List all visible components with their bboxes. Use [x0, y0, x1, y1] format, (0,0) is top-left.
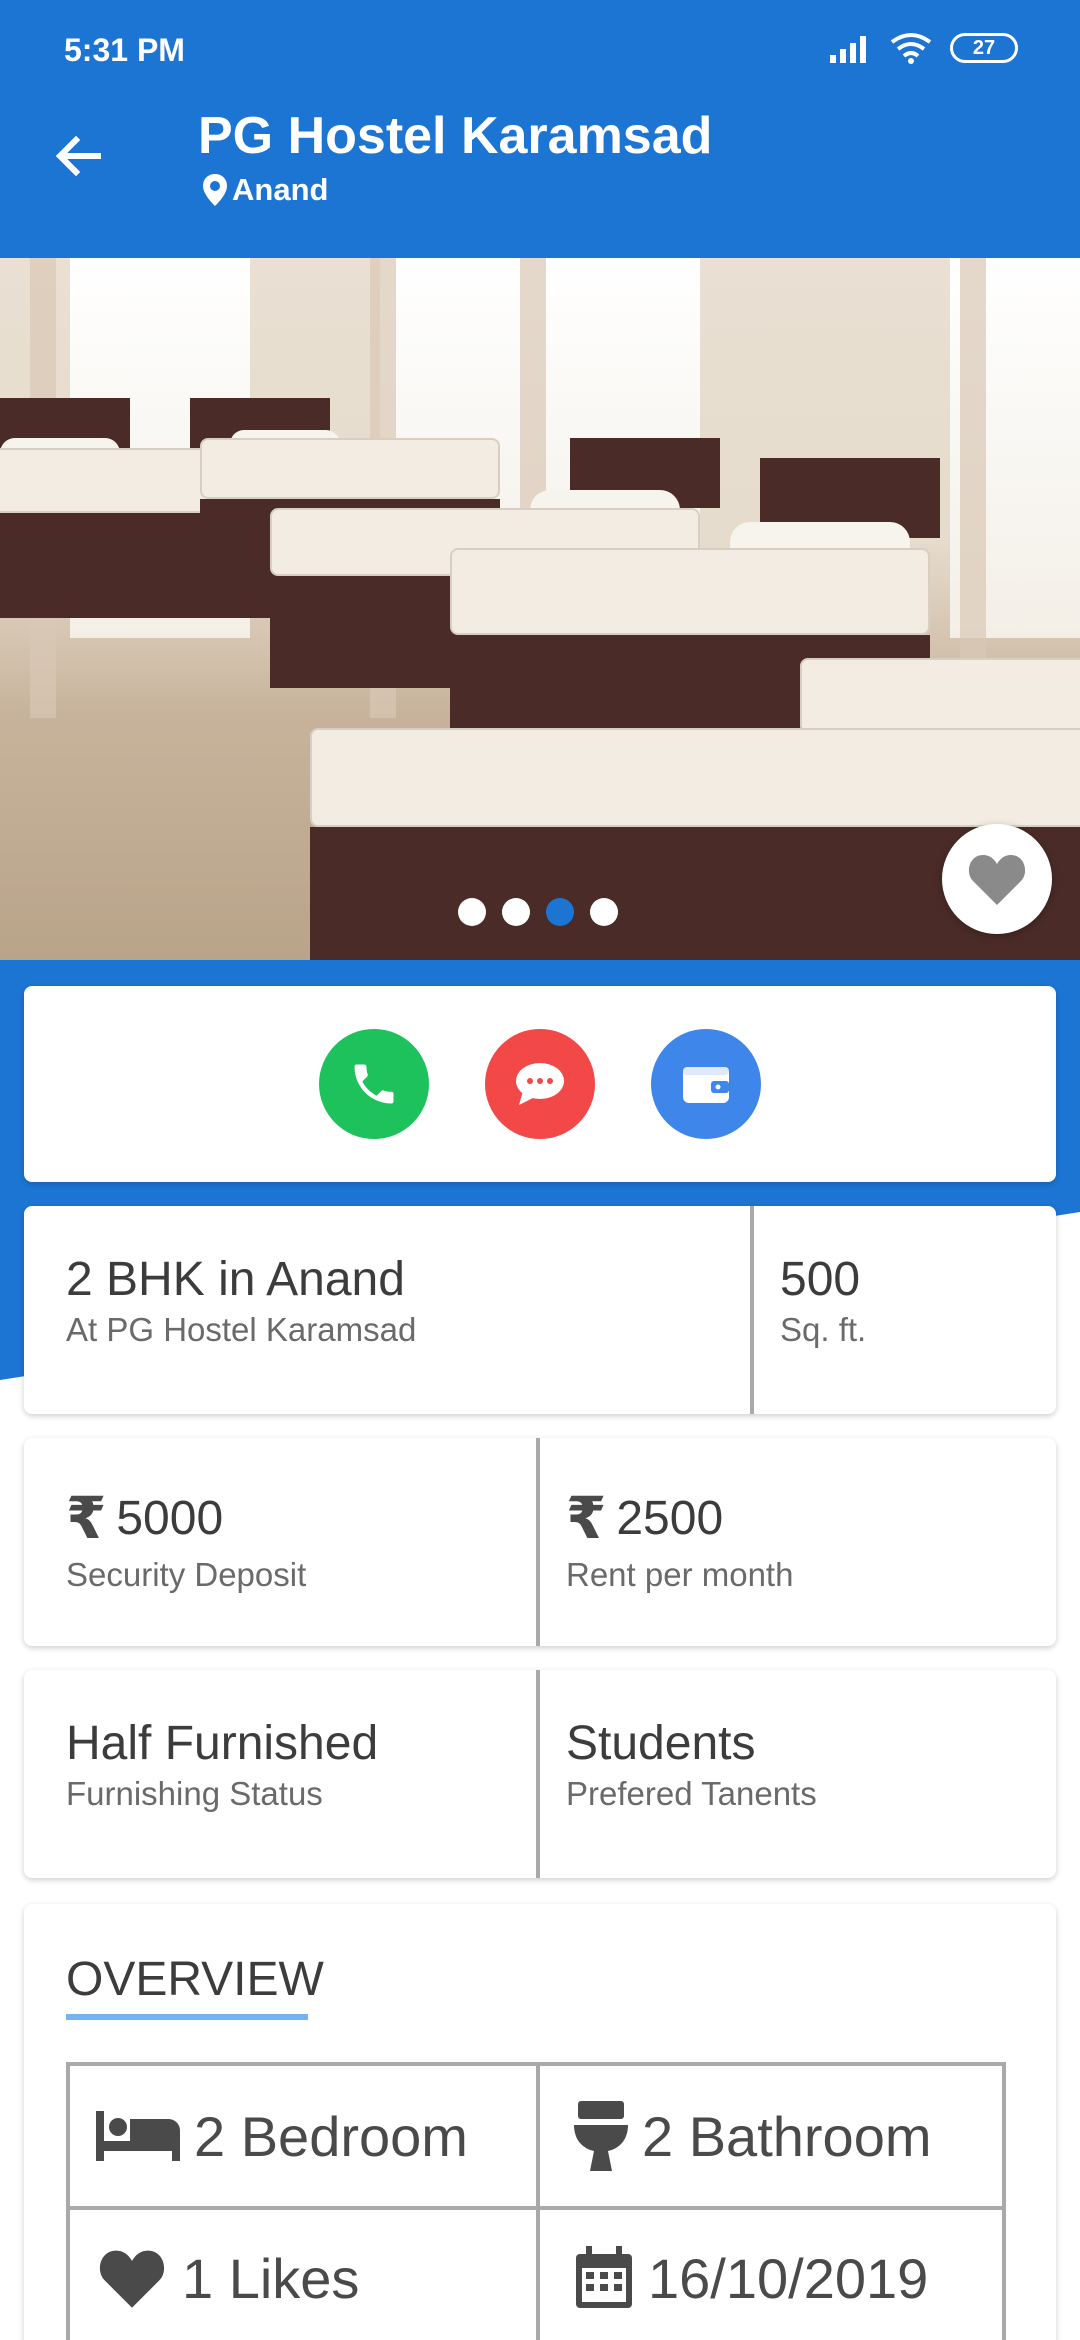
carousel-dot-active[interactable]	[546, 898, 574, 926]
security-deposit: ₹ 5000 Security Deposit	[24, 1438, 536, 1646]
rupee-icon: ₹	[566, 1486, 607, 1551]
tenant-label: Prefered Tanents	[566, 1775, 817, 1812]
rupee-icon: ₹	[66, 1486, 107, 1551]
property-type: 2 BHK in Anand	[66, 1253, 405, 1306]
toilet-icon	[574, 2101, 628, 2171]
preferred-tenants: Students Prefered Tanents	[536, 1670, 1056, 1878]
deposit-value: 5000	[116, 1491, 224, 1545]
overview-card: OVERVIEW 2 Bedroom 2 Bathroom 1 Likes 16…	[24, 1904, 1056, 2340]
battery-level: 27	[972, 36, 996, 59]
deposit-label: Security Deposit	[66, 1556, 307, 1593]
property-name: At PG Hostel Karamsad	[66, 1311, 417, 1348]
wallet-icon	[683, 1067, 729, 1103]
location-pin-icon	[203, 174, 227, 206]
likes-text: 1 Likes	[182, 2246, 360, 2310]
back-arrow-icon[interactable]	[50, 128, 106, 184]
carousel-dot[interactable]	[458, 898, 486, 926]
tenant-value: Students	[566, 1717, 756, 1770]
wifi-icon	[890, 33, 932, 64]
area-value: 500	[780, 1253, 861, 1306]
bedroom-text: 2 Bedroom	[194, 2104, 468, 2168]
bed-icon	[96, 2111, 180, 2161]
property-image-carousel[interactable]	[0, 258, 1080, 960]
page-title: PG Hostel Karamsad	[198, 107, 713, 165]
furnishing-label: Furnishing Status	[66, 1775, 323, 1812]
details-card: Half Furnished Furnishing Status Student…	[24, 1670, 1056, 1878]
wallet-button[interactable]	[651, 1029, 761, 1139]
likes-count: 1 Likes	[70, 2206, 536, 2340]
rent-value: 2500	[616, 1491, 724, 1545]
chat-icon	[516, 1063, 564, 1105]
overview-heading: OVERVIEW	[66, 1953, 324, 2006]
location-subtitle: Anand	[202, 172, 328, 208]
property-summary: 2 BHK in Anand At PG Hostel Karamsad	[24, 1206, 750, 1414]
furnishing-value: Half Furnished	[66, 1717, 379, 1770]
summary-card: 2 BHK in Anand At PG Hostel Karamsad 500…	[24, 1206, 1056, 1414]
bedroom-count: 2 Bedroom	[70, 2066, 536, 2206]
phone-icon	[354, 1064, 394, 1104]
status-icons: 27	[828, 32, 1018, 64]
signal-icon	[830, 36, 866, 63]
area-unit: Sq. ft.	[780, 1311, 867, 1348]
date-text: 16/10/2019	[648, 2246, 929, 2310]
pricing-card: ₹ 5000 Security Deposit ₹ 2500 Rent per …	[24, 1438, 1056, 1646]
message-button[interactable]	[485, 1029, 595, 1139]
location-text: Anand	[232, 172, 329, 207]
heart-icon	[968, 855, 1026, 905]
status-time: 5:31 PM	[64, 32, 185, 68]
carousel-dot[interactable]	[502, 898, 530, 926]
listed-date: 16/10/2019	[536, 2206, 1002, 2340]
heart-icon	[99, 2250, 165, 2308]
bathroom-text: 2 Bathroom	[642, 2104, 932, 2168]
bathroom-count: 2 Bathroom	[536, 2066, 1002, 2206]
calendar-icon	[576, 2246, 632, 2308]
contact-actions-card	[24, 986, 1056, 1182]
app-bar: 5:31 PM 27 PG Hostel Karamsad Anand	[0, 0, 1080, 258]
rent-label: Rent per month	[566, 1556, 794, 1593]
carousel-dot[interactable]	[590, 898, 618, 926]
carousel-indicator	[458, 898, 618, 926]
battery-icon: 27	[950, 33, 1018, 63]
furnishing-status: Half Furnished Furnishing Status	[24, 1670, 536, 1878]
call-button[interactable]	[319, 1029, 429, 1139]
monthly-rent: ₹ 2500 Rent per month	[536, 1438, 1056, 1646]
status-bar: 5:31 PM 27	[64, 28, 1018, 72]
area-info: 500 Sq. ft.	[750, 1206, 1056, 1414]
overview-grid: 2 Bedroom 2 Bathroom 1 Likes 16/10/2019	[66, 2062, 1006, 2340]
overview-underline	[66, 2014, 308, 2020]
favorite-button[interactable]	[942, 824, 1052, 934]
